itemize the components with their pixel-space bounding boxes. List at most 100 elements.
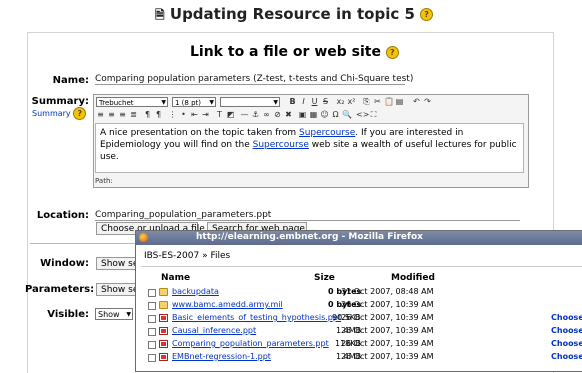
section-divider (30, 243, 135, 244)
file-name-link[interactable]: www.bamc.amedd.army.mil (172, 300, 283, 309)
file-modified: 26 Oct 2007, 10:39 AM (341, 313, 434, 322)
powerpoint-file-icon (159, 340, 168, 348)
style-select[interactable]: ▼ (220, 97, 280, 107)
file-name-link[interactable]: EMBnet-regression-1.ppt (172, 352, 271, 361)
select-checkbox[interactable] (148, 341, 156, 349)
visible-select[interactable]: Show ▼ (95, 308, 133, 320)
location-input[interactable]: Comparing_population_parameters.ppt (95, 210, 520, 221)
powerpoint-file-icon (159, 353, 168, 361)
column-header-name[interactable]: Name (161, 273, 190, 283)
supercourse-link[interactable]: Supercourse (299, 128, 355, 138)
search-replace-icon[interactable]: 🔍 (342, 110, 352, 119)
rtl-icon[interactable]: ¶ (154, 110, 163, 119)
undo-icon[interactable]: ↶ (412, 97, 421, 106)
help-icon[interactable]: ? (420, 8, 434, 21)
file-name-link[interactable]: Causal_inference.ppt (172, 326, 256, 335)
file-modified: 26 Oct 2007, 10:39 AM (341, 339, 434, 348)
supercourse-link[interactable]: Supercourse (253, 140, 309, 150)
strikethrough-icon[interactable]: S (321, 97, 330, 106)
font-family-select[interactable]: Trebuchet ▼ (96, 97, 168, 107)
file-row: EMBnet-regression-1.ppt 1.4MB 26 Oct 200… (136, 352, 582, 364)
window-title: http://elearning.embnet.org - Mozilla Fi… (196, 232, 423, 242)
file-modified: 26 Oct 2007, 10:39 AM (341, 300, 434, 309)
chevron-down-icon: ▼ (209, 99, 214, 106)
column-header-size[interactable]: Size (314, 273, 335, 283)
choose-link[interactable]: Choose (551, 326, 582, 335)
chevron-down-icon: ▼ (126, 311, 131, 318)
superscript-icon[interactable]: x² (347, 97, 356, 106)
align-center-icon[interactable]: ≡ (107, 110, 116, 119)
unlink-icon[interactable]: ⊘ (273, 110, 282, 119)
breadcrumb: IBS-ES-2007 » Files (144, 251, 231, 261)
help-icon[interactable]: ? (73, 107, 87, 120)
file-row: backupdata 0 bytes 31 Oct 2007, 08:48 AM (136, 287, 582, 299)
chevron-down-icon: ▼ (161, 99, 166, 106)
breadcrumb-current: Files (210, 251, 231, 261)
select-checkbox[interactable] (148, 289, 156, 297)
smiley-icon[interactable]: ☺ (320, 110, 329, 119)
anchor-icon[interactable]: ⚓ (251, 110, 260, 119)
visible-label: Visible: (47, 309, 89, 320)
file-modified: 26 Oct 2007, 10:39 AM (341, 326, 434, 335)
file-row: www.bamc.amedd.army.mil 0 bytes 26 Oct 2… (136, 300, 582, 312)
link-icon[interactable]: ∞ (262, 110, 271, 119)
select-checkbox[interactable] (148, 328, 156, 336)
align-left-icon[interactable]: ≡ (96, 110, 105, 119)
paste-icon[interactable]: 📋 (384, 97, 394, 106)
editor-toolbar-row-2: ≡ ≡ ≡ ≣ ¶ ¶ ⋮ • ⇤ ⇥ T ◩ — ⚓ ∞ ⊘ ✖ ▣ ▦ ☺ … (96, 110, 526, 122)
select-checkbox[interactable] (148, 354, 156, 362)
file-name-link[interactable]: backupdata (172, 287, 219, 296)
firefox-icon (139, 233, 148, 242)
align-justify-icon[interactable]: ≣ (129, 110, 138, 119)
name-input[interactable]: Comparing population parameters (Z-test,… (95, 74, 413, 85)
form-heading: Link to a file or web site ? (190, 44, 399, 60)
location-label: Location: (36, 210, 89, 221)
name-label: Name: (52, 75, 89, 86)
folder-icon (159, 288, 168, 296)
font-size-select[interactable]: 1 (8 pt) ▼ (172, 97, 216, 107)
unordered-list-icon[interactable]: • (179, 110, 188, 119)
align-right-icon[interactable]: ≡ (118, 110, 127, 119)
italic-icon[interactable]: I (299, 97, 308, 106)
file-picker-window: http://elearning.embnet.org - Mozilla Fi… (135, 230, 582, 372)
document-icon: 🗎 (155, 8, 165, 22)
underline-icon[interactable]: U (310, 97, 319, 106)
outdent-icon[interactable]: ⇤ (190, 110, 199, 119)
editor-content-area[interactable]: A nice presentation on the topic taken f… (95, 123, 524, 173)
bold-icon[interactable]: B (288, 97, 297, 106)
cut-icon[interactable]: ✂ (373, 97, 382, 106)
html-source-icon[interactable]: <> (356, 110, 369, 119)
help-icon[interactable]: ? (385, 45, 399, 59)
background-color-icon[interactable]: ◩ (226, 110, 235, 119)
column-header-modified[interactable]: Modified (391, 273, 435, 283)
powerpoint-file-icon (159, 314, 168, 322)
redo-icon[interactable]: ↷ (423, 97, 432, 106)
special-char-icon[interactable]: Ω (331, 110, 340, 119)
ordered-list-icon[interactable]: ⋮ (168, 110, 177, 119)
indent-icon[interactable]: ⇥ (201, 110, 210, 119)
nolink-icon[interactable]: ✖ (284, 110, 293, 119)
summary-help-link[interactable]: Summary (32, 109, 71, 118)
copy-icon[interactable]: ⎘ (362, 97, 371, 106)
breadcrumb-course[interactable]: IBS-ES-2007 (144, 251, 199, 261)
file-modified: 26 Oct 2007, 10:39 AM (341, 352, 434, 361)
ltr-icon[interactable]: ¶ (143, 110, 152, 119)
window-label: Window: (40, 258, 89, 269)
file-name-link[interactable]: Comparing_population_parameters.ppt (172, 339, 329, 348)
file-row: Causal_inference.ppt 1.4MB 26 Oct 2007, … (136, 326, 582, 338)
select-checkbox[interactable] (148, 315, 156, 323)
subscript-icon[interactable]: x₂ (336, 97, 345, 106)
paste-word-icon[interactable]: ▤ (395, 97, 404, 106)
fullscreen-icon[interactable]: ⛶ (369, 110, 378, 119)
select-checkbox[interactable] (148, 302, 156, 310)
text-color-icon[interactable]: T (215, 110, 224, 119)
file-name-link[interactable]: Basic_elements_of_testing_hypothesis.ppt (172, 313, 341, 322)
editor-path-bar: Path: (95, 177, 113, 185)
image-icon[interactable]: ▣ (298, 110, 307, 119)
horizontal-rule-icon[interactable]: — (240, 110, 249, 119)
choose-link[interactable]: Choose (551, 352, 582, 361)
editor-toolbar-row-1: Trebuchet ▼ 1 (8 pt) ▼ ▼ B I U S x₂ x² ⎘ ✂… (96, 97, 526, 109)
choose-link[interactable]: Choose (551, 313, 582, 322)
choose-link[interactable]: Choose (551, 339, 582, 348)
table-icon[interactable]: ▦ (309, 110, 318, 119)
